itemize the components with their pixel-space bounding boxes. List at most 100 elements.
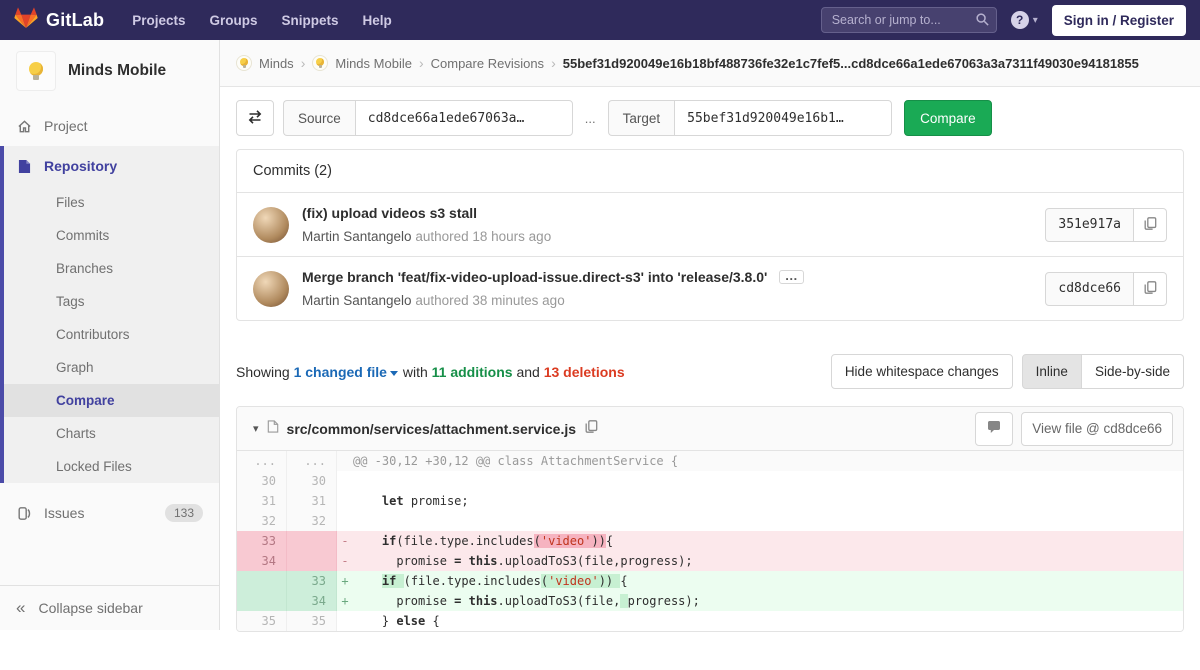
project-context[interactable]: Minds Mobile (0, 40, 219, 106)
sidebar-item-issues[interactable]: Issues 133 (0, 492, 219, 534)
sidebar-item-locked-files[interactable]: Locked Files (4, 450, 219, 483)
breadcrumb-group-link[interactable]: Minds (259, 56, 294, 71)
commit-sha: 351e917a (1045, 208, 1134, 242)
diff-file-panel: ▾ src/common/services/attachment.service… (236, 406, 1184, 632)
old-line-number[interactable]: 30 (237, 471, 287, 491)
new-line-number[interactable]: 35 (287, 611, 337, 631)
side-by-side-view-button[interactable]: Side-by-side (1082, 354, 1184, 389)
with-label: with (403, 364, 428, 380)
diff-line: 3535 } else { (237, 611, 1183, 631)
commit-author-link[interactable]: Martin Santangelo (302, 293, 412, 308)
new-line-number[interactable]: ... (287, 451, 337, 471)
copy-sha-button[interactable] (1134, 272, 1167, 306)
old-line-number[interactable]: 32 (237, 511, 287, 531)
nav-groups[interactable]: Groups (199, 7, 267, 34)
source-input-group: Source (283, 100, 573, 136)
breadcrumb-separator: › (301, 55, 306, 71)
diff-line: 3131 let promise; (237, 491, 1183, 511)
comment-bubble-icon (986, 419, 1002, 438)
compare-button[interactable]: Compare (904, 100, 992, 136)
nav-help[interactable]: Help (353, 7, 402, 34)
new-line-number[interactable]: 30 (287, 471, 337, 491)
help-menu[interactable]: ? ▾ (1011, 11, 1038, 29)
diff-line-code: let promise; (337, 491, 1183, 511)
hide-whitespace-button[interactable]: Hide whitespace changes (831, 354, 1013, 389)
inline-view-button[interactable]: Inline (1022, 354, 1082, 389)
sidebar-item-repository[interactable]: Repository (4, 146, 219, 186)
old-line-number[interactable]: 33 (237, 531, 287, 551)
breadcrumb-project-link[interactable]: Minds Mobile (335, 56, 412, 71)
diff-line-code: @@ -30,12 +30,12 @@ class AttachmentServ… (337, 451, 1183, 471)
old-line-number[interactable] (237, 591, 287, 611)
commit-title-link[interactable]: (fix) upload videos s3 stall (302, 205, 477, 221)
project-avatar-small (312, 55, 328, 71)
diff-line-code (337, 511, 1183, 531)
issues-count-badge: 133 (165, 504, 203, 522)
sidebar-item-files[interactable]: Files (4, 186, 219, 219)
sidebar-item-charts[interactable]: Charts (4, 417, 219, 450)
commit-meta-text: authored 38 minutes ago (415, 293, 564, 308)
source-ref-input[interactable] (355, 100, 573, 136)
gitlab-fox-icon (14, 6, 38, 35)
file-icon (267, 419, 279, 439)
additions-count: 11 additions (432, 364, 513, 380)
sidebar-item-project[interactable]: Project (0, 106, 219, 146)
new-line-number[interactable]: 33 (287, 571, 337, 591)
changed-files-dropdown[interactable]: 1 changed file (294, 364, 387, 380)
commit-row: Merge branch 'feat/fix-video-upload-issu… (237, 256, 1183, 320)
toggle-comments-button[interactable] (975, 412, 1013, 446)
group-avatar (236, 55, 252, 71)
old-line-number[interactable]: ... (237, 451, 287, 471)
commit-author-link[interactable]: Martin Santangelo (302, 229, 412, 244)
search-icon[interactable] (975, 12, 990, 32)
breadcrumb-compare-link[interactable]: Compare Revisions (431, 56, 544, 71)
diff-line-code: } else { (337, 611, 1183, 631)
target-ref-input[interactable] (674, 100, 892, 136)
diff-file-path[interactable]: src/common/services/attachment.service.j… (287, 421, 577, 437)
nav-projects[interactable]: Projects (122, 7, 195, 34)
old-line-number[interactable]: 34 (237, 551, 287, 571)
sidebar-item-branches[interactable]: Branches (4, 252, 219, 285)
avatar (253, 271, 289, 307)
commit-title-link[interactable]: Merge branch 'feat/fix-video-upload-issu… (302, 269, 767, 285)
nav-snippets[interactable]: Snippets (272, 7, 349, 34)
sidebar-item-compare[interactable]: Compare (4, 384, 219, 417)
old-line-number[interactable] (237, 571, 287, 591)
collapse-diff-caret-icon[interactable]: ▾ (253, 422, 259, 435)
view-file-button[interactable]: View file @ cd8dce66 (1021, 412, 1173, 446)
diff-line-code: - if(file.type.includes('video')){ (337, 531, 1183, 551)
search-input[interactable] (821, 7, 997, 33)
project-avatar (16, 51, 56, 91)
global-search (821, 7, 997, 33)
diff-line: 3232 (237, 511, 1183, 531)
old-line-number[interactable]: 31 (237, 491, 287, 511)
new-line-number[interactable] (287, 531, 337, 551)
new-line-number[interactable] (287, 551, 337, 571)
breadcrumb-separator: › (419, 55, 424, 71)
copy-icon (1143, 280, 1157, 298)
sidebar-item-contributors[interactable]: Contributors (4, 318, 219, 351)
gitlab-logo[interactable]: GitLab (14, 6, 104, 35)
old-line-number[interactable]: 35 (237, 611, 287, 631)
sidebar-item-label: Issues (44, 505, 84, 521)
commits-panel: Commits (2) (fix) upload videos s3 stall… (236, 149, 1184, 321)
new-line-number[interactable]: 32 (287, 511, 337, 531)
signin-button[interactable]: Sign in / Register (1052, 5, 1186, 36)
sidebar-item-label: Project (44, 118, 88, 134)
sidebar-item-commits[interactable]: Commits (4, 219, 219, 252)
sidebar-item-tags[interactable]: Tags (4, 285, 219, 318)
sidebar-item-graph[interactable]: Graph (4, 351, 219, 384)
new-line-number[interactable]: 31 (287, 491, 337, 511)
breadcrumb-current-sha: 55bef31d920049e16b18bf488736fe32e1c7fef5… (563, 56, 1139, 71)
new-line-number[interactable]: 34 (287, 591, 337, 611)
copy-sha-button[interactable] (1134, 208, 1167, 242)
breadcrumb: Minds › Minds Mobile › Compare Revisions… (220, 40, 1200, 87)
collapse-chevrons-icon: « (16, 603, 25, 613)
commits-panel-title: Commits (2) (237, 150, 1183, 193)
commit-description-expander[interactable]: … (779, 270, 804, 284)
swap-revisions-button[interactable] (236, 100, 274, 136)
top-navbar: GitLab Projects Groups Snippets Help ? ▾… (0, 0, 1200, 40)
collapse-sidebar-button[interactable]: « Collapse sidebar (0, 585, 219, 630)
copy-path-icon[interactable] (584, 419, 598, 439)
showing-label: Showing (236, 364, 290, 380)
